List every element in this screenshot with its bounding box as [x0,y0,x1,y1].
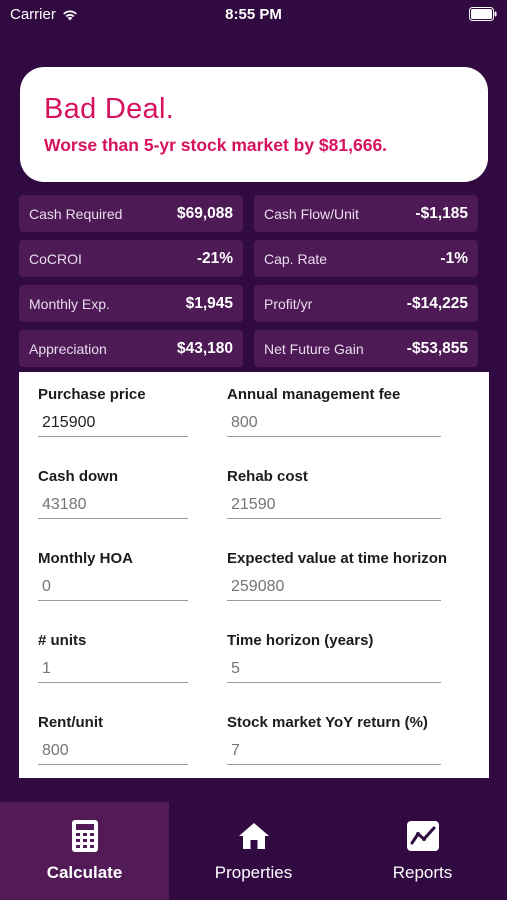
tab-label: Reports [392,863,453,882]
stat-value: -$53,855 [406,339,468,357]
tab-bar: Calculate Properties Reports [0,802,507,900]
home-icon [237,819,271,853]
status-bar: Carrier 8:55 PM [0,0,507,30]
stat-value: -1% [440,249,468,267]
field-label: Expected value at time horizon [227,550,448,567]
stat-label: Monthly Exp. [29,295,110,312]
cash-down-input[interactable] [38,494,188,519]
stat-value: $69,088 [176,204,233,222]
expected-value-input[interactable] [227,576,441,601]
stat-appreciation: Appreciation $43,180 [19,330,243,367]
field-label: Rent/unit [38,714,103,731]
monthly-hoa-field: Monthly HOA [38,550,188,601]
stock-return-field: Stock market YoY return (%) [227,714,441,765]
deal-input-form: Purchase price Annual management fee Cas… [19,372,489,778]
verdict-title: Bad Deal. [44,93,175,125]
stat-value: $1,945 [185,294,233,312]
expected-value-field: Expected value at time horizon [227,550,448,601]
tab-reports[interactable]: Reports [338,802,507,900]
rehab-cost-field: Rehab cost [227,468,441,519]
field-label: # units [38,632,87,649]
clock: 8:55 PM [225,6,282,23]
stock-return-input[interactable] [227,740,441,765]
stat-value: -21% [196,249,233,267]
stat-cash-flow-unit: Cash Flow/Unit -$1,185 [254,195,478,232]
stat-label: Cash Flow/Unit [264,205,359,222]
tab-label: Calculate [46,863,123,882]
field-label: Stock market YoY return (%) [227,714,428,731]
stat-label: Appreciation [29,340,107,357]
time-horizon-input[interactable] [227,658,441,683]
field-label: Purchase price [38,386,146,403]
tab-label: Properties [214,863,293,882]
management-fee-field: Annual management fee [227,386,441,437]
purchase-price-field: Purchase price [38,386,188,437]
stat-label: Cash Required [29,205,123,222]
field-label: Rehab cost [227,468,308,485]
stats-grid: Cash Required $69,088 Cash Flow/Unit -$1… [19,195,479,367]
rent-unit-input[interactable] [38,740,188,765]
units-field: # units [38,632,188,683]
stat-value: $43,180 [176,339,233,357]
verdict-card: Bad Deal. Worse than 5-yr stock market b… [20,67,488,182]
verdict-subtitle: Worse than 5-yr stock market by $81,666. [44,135,388,155]
time-horizon-field: Time horizon (years) [227,632,441,683]
stat-label: Cap. Rate [264,250,328,267]
stat-value: -$1,185 [415,204,468,222]
chart-icon [406,819,440,853]
stat-cap-rate: Cap. Rate -1% [254,240,478,277]
tab-properties[interactable]: Properties [169,802,338,900]
stat-cash-required: Cash Required $69,088 [19,195,243,232]
battery-icon [469,7,497,25]
field-label: Monthly HOA [38,550,133,567]
rent-unit-field: Rent/unit [38,714,188,765]
cash-down-field: Cash down [38,468,188,519]
calculator-icon [68,819,102,853]
stat-label: CoCROI [29,250,82,267]
stat-monthly-expenses: Monthly Exp. $1,945 [19,285,243,322]
stat-net-future-gain: Net Future Gain -$53,855 [254,330,478,367]
units-input[interactable] [38,658,188,683]
stat-value: -$14,225 [406,294,468,312]
rehab-cost-input[interactable] [227,494,441,519]
stat-label: Net Future Gain [264,340,364,357]
monthly-hoa-input[interactable] [38,576,188,601]
field-label: Cash down [38,468,119,485]
field-label: Annual management fee [227,386,401,403]
stat-cocroi: CoCROI -21% [19,240,243,277]
stat-label: Profit/yr [264,295,313,312]
management-fee-input[interactable] [227,412,441,437]
field-label: Time horizon (years) [227,632,374,649]
purchase-price-input[interactable] [38,412,188,437]
stat-profit-yr: Profit/yr -$14,225 [254,285,478,322]
tab-calculate[interactable]: Calculate [0,802,169,900]
